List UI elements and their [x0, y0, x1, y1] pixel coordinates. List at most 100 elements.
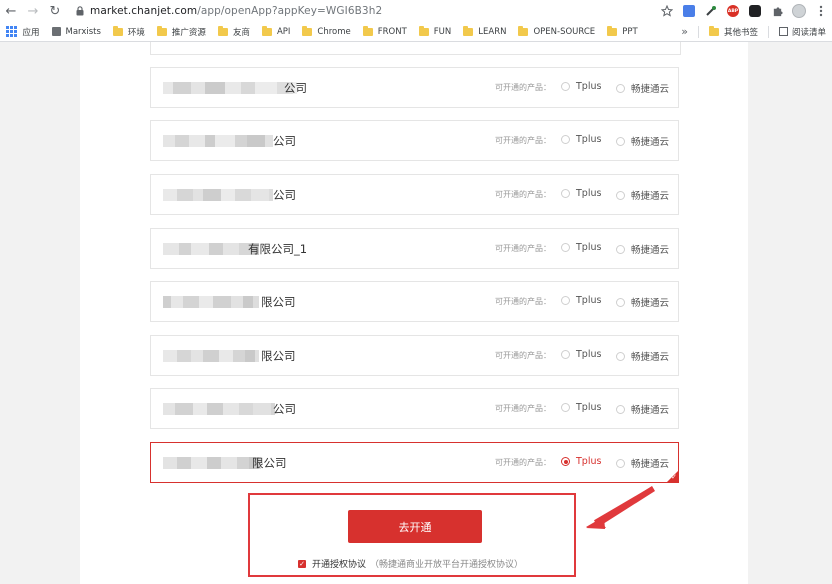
bookmark-folder[interactable]: OPEN-SOURCE [512, 22, 601, 41]
radio-icon[interactable] [561, 82, 570, 91]
company-card[interactable]: 公司 可开通的产品： Tplus 畅捷通云 [150, 120, 679, 161]
radio-icon[interactable] [561, 403, 570, 412]
bookmark-label: FUN [433, 26, 452, 37]
agreement-row[interactable]: ✓ 开通授权协议 （畅捷通商业开放平台开通授权协议） [298, 557, 523, 570]
option-tplus[interactable]: Tplus [561, 242, 601, 253]
radio-icon[interactable] [616, 244, 625, 254]
company-name: 限公司 [252, 456, 287, 470]
company-card[interactable]: 公司 可开通的产品： Tplus 畅捷通云 [150, 174, 679, 215]
option-label: 畅捷通云 [631, 352, 670, 363]
radio-icon[interactable] [616, 190, 625, 200]
reload-icon[interactable]: ↻ [44, 0, 66, 22]
bookmark-label: Marxists [65, 26, 101, 37]
radio-icon[interactable] [561, 350, 570, 359]
bookmark-label: 阅读清单 [791, 27, 826, 38]
option-tplus[interactable]: Tplus [561, 295, 601, 306]
option-label: 畅捷通云 [631, 137, 670, 148]
radio-icon[interactable] [561, 243, 570, 252]
option-cloud[interactable]: 畅捷通云 [616, 456, 669, 470]
bookmark-label: 环境 [127, 27, 145, 38]
translate-icon[interactable] [678, 0, 700, 22]
blurred-company-name [163, 82, 297, 94]
address-bar[interactable]: market.chanjet.com/app/openApp?appKey=WG… [90, 5, 382, 17]
radio-icon[interactable] [561, 135, 570, 144]
bookmark-folder[interactable]: FRONT [357, 22, 413, 41]
option-cloud[interactable]: 畅捷通云 [616, 295, 669, 309]
option-tplus[interactable]: Tplus [561, 134, 601, 145]
bookmark-label: FRONT [377, 26, 407, 37]
open-button[interactable]: 去开通 [348, 510, 482, 543]
company-name: 限公司 [261, 349, 296, 363]
product-label: 可开通的产品： [495, 136, 551, 145]
option-cloud[interactable]: 畅捷通云 [616, 402, 669, 416]
option-tplus[interactable]: Tplus [561, 81, 601, 92]
radio-checked-icon[interactable] [561, 457, 570, 466]
folder-icon [217, 25, 228, 36]
bookmarks-overflow-chevron-icon[interactable]: » [675, 25, 694, 38]
menu-dots-icon[interactable] [810, 0, 832, 22]
other-bookmarks[interactable]: 其他书签 [703, 22, 764, 41]
radio-icon[interactable] [561, 189, 570, 198]
bookmark-folder[interactable]: 友商 [212, 22, 256, 41]
company-card[interactable]: 有限公司_1 可开通的产品： Tplus 畅捷通云 [150, 228, 679, 269]
option-tplus[interactable]: Tplus [561, 188, 601, 199]
bookmark-marxists[interactable]: Marxists [46, 22, 107, 41]
radio-icon[interactable] [616, 136, 625, 146]
option-label: Tplus [576, 456, 602, 467]
reading-list[interactable]: 阅读清单 [773, 22, 832, 41]
profile-avatar-icon[interactable] [788, 0, 810, 22]
bookmark-label: LEARN [478, 26, 507, 37]
agreement-description[interactable]: （畅捷通商业开放平台开通授权协议） [370, 557, 523, 570]
bookmark-folder[interactable]: Chrome [296, 22, 356, 41]
bookmark-folder[interactable]: FUN [413, 22, 457, 41]
radio-icon[interactable] [616, 458, 625, 468]
option-cloud[interactable]: 畅捷通云 [616, 134, 669, 148]
bookmark-folder[interactable]: API [256, 22, 296, 41]
company-name: 公司 [284, 81, 307, 95]
bookmark-apps[interactable]: 应用 [0, 22, 46, 41]
company-card[interactable]: 公司 可开通的产品： Tplus 畅捷通云 [150, 67, 679, 108]
bookmark-folder[interactable]: 推广资源 [151, 22, 212, 41]
option-tplus[interactable]: Tplus [561, 402, 601, 413]
company-card-partial[interactable] [150, 42, 681, 55]
option-label: Tplus [576, 402, 602, 413]
puzzle-extensions-icon[interactable] [766, 0, 788, 22]
bookmark-folder[interactable]: PPT [601, 22, 643, 41]
folder-icon [463, 25, 474, 36]
forward-arrow-icon[interactable]: → [22, 0, 44, 22]
radio-icon[interactable] [616, 351, 625, 361]
adblock-icon[interactable]: ABP [722, 0, 744, 22]
folder-icon [518, 25, 529, 36]
blurred-company-name [163, 350, 259, 362]
bookmark-folder[interactable]: 环境 [107, 22, 151, 41]
option-cloud[interactable]: 畅捷通云 [616, 349, 669, 363]
radio-icon[interactable] [561, 296, 570, 305]
lock-icon[interactable] [74, 4, 86, 18]
star-icon[interactable] [656, 0, 678, 22]
bookmark-label: Chrome [317, 26, 351, 37]
page-icon [51, 27, 61, 36]
folder-icon [708, 25, 719, 36]
radio-icon[interactable] [616, 297, 625, 307]
checkbox-checked-icon[interactable]: ✓ [298, 559, 306, 568]
option-cloud[interactable]: 畅捷通云 [616, 242, 669, 256]
product-label: 可开通的产品： [495, 244, 551, 253]
company-card[interactable]: 限公司 可开通的产品： Tplus 畅捷通云 [150, 335, 679, 376]
back-arrow-icon[interactable]: ← [0, 0, 22, 22]
option-label: 畅捷通云 [631, 298, 670, 309]
option-tplus[interactable]: Tplus [561, 456, 601, 467]
company-card[interactable]: 限公司 可开通的产品： Tplus 畅捷通云 [150, 281, 679, 322]
company-card[interactable]: 公司 可开通的产品： Tplus 畅捷通云 [150, 388, 679, 429]
blurred-company-name [163, 135, 273, 147]
bookmark-folder[interactable]: LEARN [457, 22, 512, 41]
company-card-selected[interactable]: 限公司 可开通的产品： Tplus 畅捷通云 ✓ [150, 442, 679, 483]
ghost-extension-icon[interactable] [744, 0, 766, 22]
radio-icon[interactable] [616, 404, 625, 414]
picker-icon[interactable] [700, 0, 722, 22]
option-label: 畅捷通云 [631, 459, 670, 470]
agreement-label[interactable]: 开通授权协议 [312, 557, 366, 570]
option-cloud[interactable]: 畅捷通云 [616, 188, 669, 202]
radio-icon[interactable] [616, 83, 625, 93]
option-cloud[interactable]: 畅捷通云 [616, 81, 669, 95]
option-tplus[interactable]: Tplus [561, 349, 601, 360]
